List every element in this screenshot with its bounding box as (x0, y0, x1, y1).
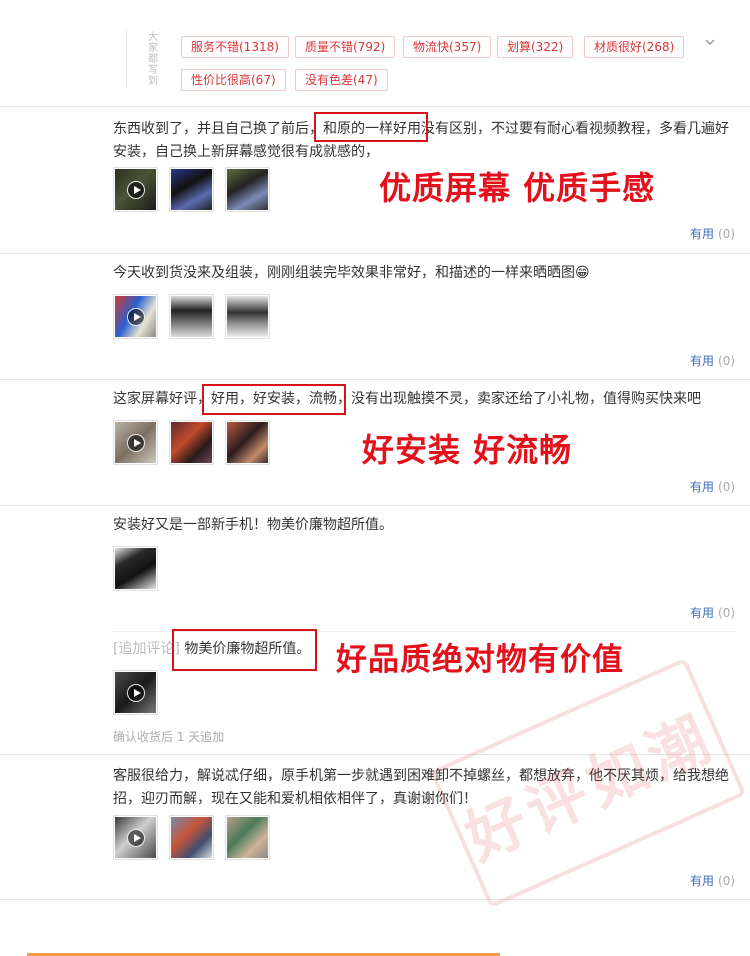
highlight-box (202, 384, 346, 415)
review-text: 今天收到货没来及组装，刚刚组装完毕效果非常好，和描述的一样来晒晒图😁 (113, 265, 590, 281)
play-icon (126, 828, 145, 847)
useful-count: (0) (718, 354, 736, 368)
photo-thumbnail[interactable] (169, 294, 214, 339)
useful-label: 有用 (690, 606, 715, 620)
append-photos (113, 670, 158, 715)
highlight-box (314, 112, 428, 142)
photo-thumbnail[interactable] (113, 546, 158, 591)
review-photos (113, 546, 158, 591)
useful-count: (0) (718, 874, 736, 888)
video-thumbnail[interactable] (113, 294, 158, 339)
video-thumbnail[interactable] (113, 815, 158, 860)
review-photos (113, 815, 270, 860)
tag-no-color-diff[interactable]: 没有色差(47) (295, 69, 388, 91)
useful-count: (0) (718, 606, 736, 620)
useful-label: 有用 (690, 227, 715, 241)
useful-button[interactable]: 有用 (0) (690, 353, 735, 369)
play-icon (126, 433, 145, 452)
tag-service[interactable]: 服务不错(1318) (181, 36, 289, 58)
append-tag: [追加评论] (113, 641, 180, 657)
useful-button[interactable]: 有用 (0) (690, 226, 735, 242)
review-photos (113, 167, 270, 212)
photo-thumbnail[interactable] (169, 420, 214, 465)
promo-caption: 好品质绝对物有价值 (336, 642, 624, 678)
chevron-down-icon[interactable] (702, 36, 718, 52)
video-thumbnail[interactable] (113, 670, 158, 715)
photo-thumbnail[interactable] (225, 420, 270, 465)
useful-count: (0) (718, 480, 736, 494)
tag-cost-performance[interactable]: 性价比很高(67) (181, 69, 286, 91)
useful-button[interactable]: 有用 (0) (690, 873, 735, 889)
useful-button[interactable]: 有用 (0) (690, 479, 735, 495)
useful-label: 有用 (690, 480, 715, 494)
tag-quality[interactable]: 质量不错(792) (295, 36, 396, 58)
promo-caption: 优质屏幕 优质手感 (379, 169, 656, 207)
video-thumbnail[interactable] (113, 420, 158, 465)
photo-thumbnail[interactable] (169, 167, 214, 212)
play-icon (126, 683, 145, 702)
review-photos (113, 420, 270, 465)
useful-count: (0) (718, 227, 736, 241)
review-item: 东西收到了，并且自己换了前后，和原的一样好用没有区别，不过要有耐心看视频教程，多… (0, 107, 750, 254)
tags-side-label: 大家都写到 (148, 32, 158, 87)
play-icon (126, 307, 145, 326)
tags-divider (126, 30, 127, 88)
review-photos (113, 294, 270, 339)
review-tags-header: 大家都写到 服务不错(1318) 质量不错(792) 物流快(357) 划算(3… (0, 0, 750, 107)
review-item: 这家屏幕好评，好用，好安装，流畅，没有出现触摸不灵，卖家还给了小礼物，值得购买快… (0, 380, 750, 506)
useful-label: 有用 (690, 354, 715, 368)
promo-caption: 好安装 好流畅 (362, 431, 573, 469)
photo-thumbnail[interactable] (225, 815, 270, 860)
append-note: 确认收货后 1 天追加 (113, 730, 225, 744)
useful-label: 有用 (690, 874, 715, 888)
tag-material[interactable]: 材质很好(268) (584, 36, 685, 58)
highlight-box (172, 629, 317, 671)
useful-button[interactable]: 有用 (0) (690, 605, 735, 621)
video-thumbnail[interactable] (113, 167, 158, 212)
photo-thumbnail[interactable] (225, 294, 270, 339)
tag-value[interactable]: 划算(322) (497, 36, 574, 58)
tag-shipping[interactable]: 物流快(357) (403, 36, 492, 58)
photo-thumbnail[interactable] (225, 167, 270, 212)
review-item: 今天收到货没来及组装，刚刚组装完毕效果非常好，和描述的一样来晒晒图😁 有用 (0) (0, 254, 750, 380)
photo-thumbnail[interactable] (169, 815, 214, 860)
play-icon (126, 180, 145, 199)
review-text: 安装好又是一部新手机！物美价廉物超所值。 (113, 517, 393, 533)
